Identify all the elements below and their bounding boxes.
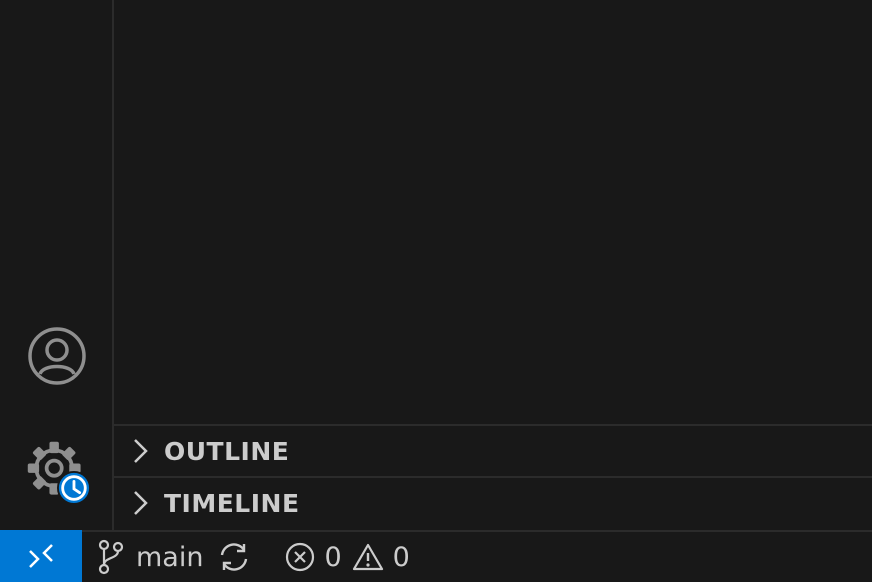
- chevron-right-icon: [130, 489, 150, 517]
- clock-icon: [57, 471, 90, 505]
- error-icon: [286, 542, 315, 572]
- remote-indicator-button[interactable]: [0, 530, 82, 582]
- gear-icon: [27, 441, 90, 505]
- warning-icon: [352, 543, 383, 571]
- source-control-branch-icon: [98, 539, 124, 575]
- vscode-window: OUTLINE TIMELINE main 0 0: [0, 0, 872, 582]
- activity-bar: [0, 0, 114, 530]
- sidebar: OUTLINE TIMELINE: [114, 0, 872, 530]
- error-count: 0: [324, 541, 342, 573]
- branch-name: main: [136, 541, 204, 573]
- account-icon: [28, 327, 86, 385]
- branch-status-item[interactable]: main: [98, 532, 203, 582]
- manage-button[interactable]: [24, 438, 90, 505]
- chevron-right-icon: [130, 437, 150, 465]
- problems-status-item[interactable]: 0 0: [285, 532, 410, 582]
- status-bar: main 0 0: [0, 530, 872, 582]
- sync-button[interactable]: [217, 532, 251, 582]
- timeline-title: TIMELINE: [164, 488, 300, 518]
- sync-icon: [221, 543, 248, 571]
- outline-pane-header[interactable]: OUTLINE: [114, 424, 872, 476]
- warning-count: 0: [392, 541, 410, 573]
- accounts-button[interactable]: [24, 323, 90, 389]
- outline-title: OUTLINE: [164, 436, 290, 466]
- timeline-pane-header[interactable]: TIMELINE: [114, 476, 872, 528]
- remote-icon: [29, 544, 53, 568]
